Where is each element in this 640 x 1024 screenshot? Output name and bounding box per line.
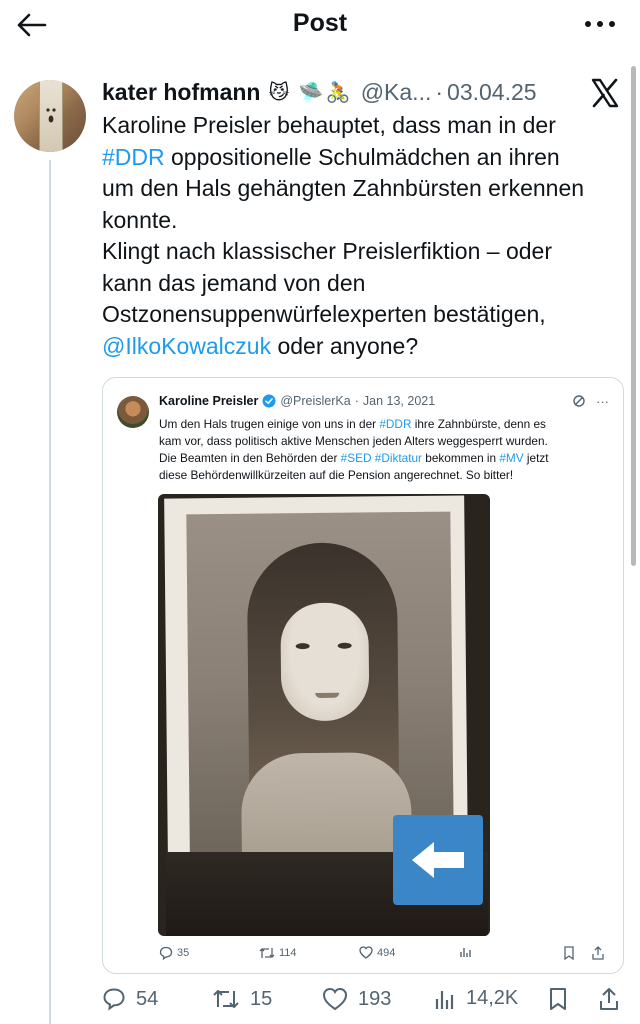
grok-icon[interactable] — [572, 394, 586, 411]
quoted-text-line: kam vor, dass politisch aktive Menschen … — [159, 434, 548, 448]
quoted-tweet-card[interactable]: Karoline Preisler @PreislerKa · Jan 13, … — [102, 377, 624, 974]
views-button[interactable]: 14,2K — [434, 987, 518, 1010]
quoted-header: Karoline Preisler @PreislerKa · Jan 13, … — [159, 394, 435, 408]
hashtag-link[interactable]: #DDR — [379, 417, 411, 431]
quoted-like-count: 494 — [377, 946, 396, 959]
tweet-text-line: @IlkoKowalczuk oder anyone? — [102, 332, 419, 359]
top-bar: Post — [0, 0, 640, 50]
tweet-header: kater hofmann 😼 🛸🚴 @Ka... · 03.04.25 — [102, 76, 537, 108]
avatar[interactable] — [14, 80, 86, 152]
scrollbar[interactable] — [631, 66, 636, 566]
tweet-text-line: Karoline Preisler behauptet, dass man in… — [102, 112, 556, 138]
quoted-retweet-count: 114 — [279, 947, 297, 959]
tweet-text-line: um den Hals gehängten Zahnbürsten erkenn… — [102, 175, 585, 201]
mention-link[interactable]: @IlkoKowalczuk — [102, 333, 271, 359]
hashtag-link[interactable]: #SED — [341, 451, 372, 465]
hashtag-link[interactable]: #DDR — [102, 144, 165, 170]
quoted-avatar[interactable] — [117, 396, 149, 428]
retweet-count: 15 — [250, 987, 273, 1010]
quoted-retweet-button[interactable]: 114 — [259, 946, 297, 960]
like-count: 193 — [358, 987, 392, 1010]
quoted-reply-button[interactable]: 35 — [159, 946, 189, 960]
author-handle[interactable]: @Ka... — [361, 79, 432, 106]
quoted-more-icon[interactable]: ··· — [596, 394, 609, 411]
hashtag-link[interactable]: #MV — [499, 451, 523, 465]
hashtag-link[interactable]: #Diktatur — [375, 451, 422, 465]
tweet-text-line: Klingt nach klassischer Preislerfiktion … — [102, 238, 552, 264]
quoted-text-line: Die Beamten in den Behörden der #SED #Di… — [159, 451, 549, 465]
quoted-bookmark-icon[interactable] — [563, 946, 575, 960]
more-options-icon[interactable] — [582, 10, 618, 38]
like-button[interactable]: 193 — [322, 987, 391, 1011]
quoted-share-icon[interactable] — [591, 946, 605, 960]
quoted-actions: 35 114 494 — [159, 946, 611, 966]
quoted-views-icon[interactable] — [459, 946, 473, 958]
reply-button[interactable]: 54 — [102, 987, 158, 1011]
verified-badge-icon — [262, 394, 276, 408]
views-count: 14,2K — [466, 987, 519, 1009]
author-emojis: 😼 🛸🚴 — [268, 81, 353, 104]
quoted-text-line: Um den Hals trugen einige von uns in der… — [159, 417, 546, 431]
tweet-text-line: #DDR oppositionelle Schulmädchen an ihre… — [102, 143, 560, 170]
left-arrow-icon — [393, 815, 483, 905]
x-logo-icon — [590, 78, 620, 108]
quoted-reply-count: 35 — [177, 947, 190, 959]
reply-count: 54 — [136, 987, 159, 1010]
tweet-text: Karoline Preisler behauptet, dass man in… — [102, 110, 622, 362]
tweet-date[interactable]: 03.04.25 — [447, 79, 537, 106]
retweet-button[interactable]: 15 — [212, 987, 272, 1011]
tweet-text-line: kann das jemand von den — [102, 269, 366, 296]
quoted-author-name[interactable]: Karoline Preisler — [159, 394, 258, 408]
share-icon[interactable] — [598, 987, 620, 1011]
quoted-author-handle[interactable]: @PreislerKa — [280, 394, 350, 408]
page-title: Post — [292, 9, 348, 37]
quoted-date[interactable]: Jan 13, 2021 — [363, 394, 435, 408]
tweet-text-line: Ostzonensuppenwürfelexperten bestätigen, — [102, 301, 546, 327]
tweet-actions: 54 15 193 14,2K — [102, 985, 632, 1021]
quoted-separator: · — [354, 394, 359, 408]
quoted-like-button[interactable]: 494 — [359, 946, 395, 959]
bookmark-icon[interactable] — [548, 987, 568, 1011]
tweet-text-line: konnte. — [102, 206, 178, 233]
thread-line — [49, 160, 51, 1024]
separator-dot: · — [435, 78, 444, 105]
quoted-text: Um den Hals trugen einige von uns in der… — [159, 416, 611, 484]
quoted-text-line: diese Behördenwillkürzeiten auf die Pens… — [159, 468, 514, 482]
author-name[interactable]: kater hofmann — [102, 79, 260, 106]
quoted-icons: ··· — [572, 394, 609, 411]
